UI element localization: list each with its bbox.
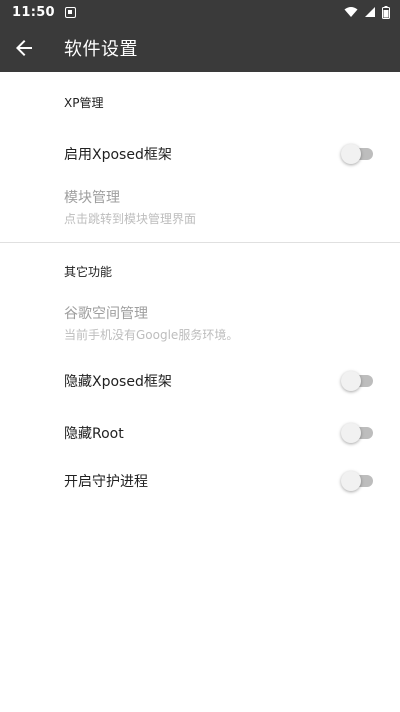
guard-process-switch[interactable] bbox=[341, 471, 376, 491]
category-header-other: 其它功能 bbox=[64, 265, 113, 279]
pref-text: 谷歌空间管理 当前手机没有Google服务环境。 bbox=[64, 303, 238, 343]
status-bar: 11:50 bbox=[0, 0, 400, 24]
pref-hide-root[interactable]: 隐藏Root bbox=[0, 409, 400, 457]
pref-module-manage[interactable]: 模块管理 点击跳转到模块管理界面 bbox=[0, 178, 400, 236]
app-bar: 软件设置 bbox=[0, 24, 400, 72]
pref-title: 谷歌空间管理 bbox=[64, 306, 148, 322]
category-header-xp: XP管理 bbox=[64, 96, 104, 110]
arrow-back-icon bbox=[16, 40, 32, 56]
pref-title: 开启守护进程 bbox=[64, 474, 148, 490]
notification-icon bbox=[64, 6, 76, 18]
battery-icon bbox=[382, 5, 390, 19]
settings-list: XP管理 启用Xposed框架 模块管理 点击跳转到模块管理界面 其它功能 谷歌… bbox=[0, 72, 400, 505]
signal-icon bbox=[365, 7, 375, 17]
enable-xposed-switch[interactable] bbox=[341, 144, 376, 164]
pref-text: 模块管理 点击跳转到模块管理界面 bbox=[64, 187, 196, 227]
pref-enable-xposed[interactable]: 启用Xposed框架 bbox=[0, 130, 400, 178]
page-title: 软件设置 bbox=[64, 39, 138, 60]
pref-title: 模块管理 bbox=[64, 190, 120, 206]
pref-title: 启用Xposed框架 bbox=[64, 147, 172, 163]
pref-guard-process[interactable]: 开启守护进程 bbox=[0, 457, 400, 505]
pref-summary: 点击跳转到模块管理界面 bbox=[64, 212, 197, 226]
status-time: 11:50 bbox=[12, 4, 55, 20]
status-icons bbox=[344, 5, 390, 19]
pref-summary: 当前手机没有Google服务环境。 bbox=[64, 328, 239, 342]
wifi-icon bbox=[344, 7, 358, 17]
hide-xposed-switch[interactable] bbox=[341, 371, 376, 391]
back-button[interactable] bbox=[0, 24, 48, 72]
pref-title: 隐藏Xposed框架 bbox=[64, 374, 172, 390]
pref-google-space[interactable]: 谷歌空间管理 当前手机没有Google服务环境。 bbox=[0, 299, 400, 347]
pref-title: 隐藏Root bbox=[64, 426, 124, 442]
pref-hide-xposed[interactable]: 隐藏Xposed框架 bbox=[0, 347, 400, 409]
hide-root-switch[interactable] bbox=[341, 423, 376, 443]
